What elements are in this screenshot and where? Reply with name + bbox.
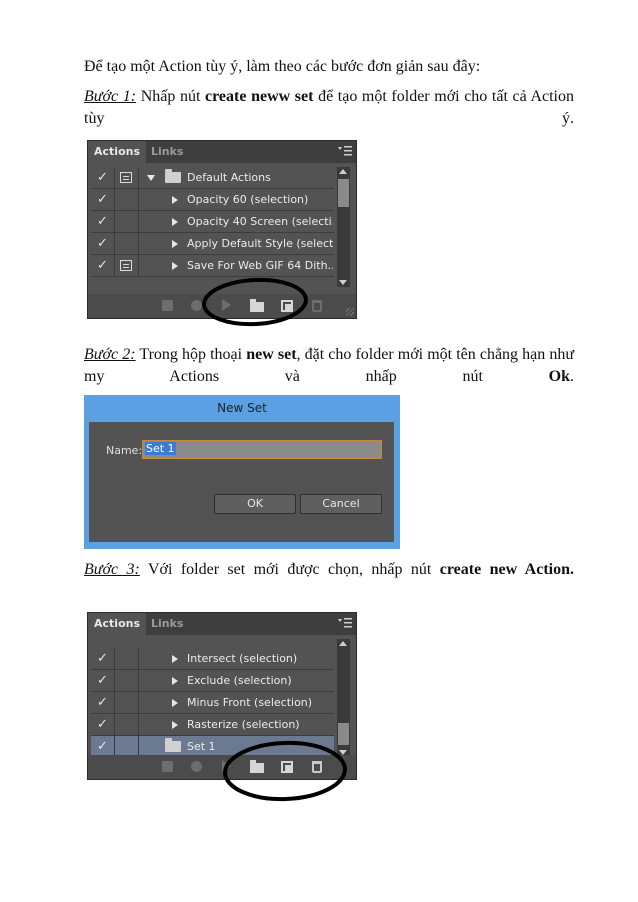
panel-menu-icon[interactable]: [337, 145, 353, 157]
step2-label: Bước 2:: [84, 346, 136, 363]
scrollbar[interactable]: [337, 639, 350, 757]
check-icon[interactable]: ✓: [97, 170, 108, 185]
expand-right-icon[interactable]: [172, 699, 178, 707]
new-set-dialog: New Set Name: Set 1 OK Cancel: [84, 395, 400, 549]
expand-right-icon[interactable]: [172, 196, 178, 204]
step2-text-a: Trong hộp thoại: [135, 346, 247, 363]
name-input[interactable]: Set 1: [142, 440, 382, 459]
action-label: Intersect (selection): [187, 652, 298, 665]
action-label: Rasterize (selection): [187, 718, 300, 731]
expand-down-icon[interactable]: [147, 175, 155, 181]
list-item[interactable]: ✓ Rasterize (selection): [91, 714, 334, 736]
intro-text: Để tạo một Action tùy ý, làm theo các bư…: [84, 58, 481, 75]
action-set-label: Default Actions: [187, 171, 271, 184]
expand-right-icon[interactable]: [172, 240, 178, 248]
stop-icon[interactable]: [162, 300, 173, 311]
action-label: Opacity 40 Screen (selecti...: [187, 215, 333, 228]
step2-bold1: new set: [246, 346, 297, 363]
panel-bottom-toolbar: [88, 755, 356, 779]
check-icon[interactable]: ✓: [97, 236, 108, 251]
new-set-folder-icon[interactable]: [250, 760, 264, 773]
actions-list: ✓ Intersect (selection) ✓ Exclude (selec…: [91, 648, 334, 758]
scroll-thumb[interactable]: [338, 179, 349, 207]
name-label: Name:: [106, 444, 143, 457]
play-icon[interactable]: [222, 760, 231, 772]
dialog-title: New Set: [217, 401, 267, 415]
expand-right-icon[interactable]: [172, 218, 178, 226]
check-icon[interactable]: ✓: [97, 214, 108, 229]
step2-text-c: .: [570, 368, 574, 385]
trash-icon[interactable]: [312, 300, 322, 312]
check-icon[interactable]: ✓: [97, 192, 108, 207]
folder-icon: [165, 738, 181, 752]
action-label: Opacity 60 (selection): [187, 193, 309, 206]
action-label: Minus Front (selection): [187, 696, 313, 709]
new-action-icon[interactable]: [281, 761, 293, 773]
new-set-folder-icon[interactable]: [250, 299, 264, 312]
scroll-down-icon[interactable]: [339, 280, 347, 285]
expand-right-icon[interactable]: [172, 655, 178, 663]
check-icon[interactable]: ✓: [97, 258, 108, 273]
list-item[interactable]: ✓ Default Actions: [91, 167, 334, 189]
step3-label: Bước 3:: [84, 561, 140, 578]
list-item[interactable]: ✓ Opacity 60 (selection): [91, 189, 334, 211]
trash-icon[interactable]: [312, 761, 322, 773]
panel-menu-icon[interactable]: [337, 617, 353, 629]
stop-icon[interactable]: [162, 761, 173, 772]
actions-list: ✓ Default Actions ✓ Opacity 60 (selectio…: [91, 167, 334, 277]
scroll-up-icon[interactable]: [339, 169, 347, 174]
check-icon[interactable]: ✓: [97, 673, 108, 688]
dialog-toggle-icon[interactable]: [120, 260, 132, 271]
resize-grip-icon[interactable]: [346, 308, 354, 316]
tab-links[interactable]: Links: [145, 141, 189, 163]
ok-button[interactable]: OK: [214, 494, 296, 514]
list-item[interactable]: ✓ Exclude (selection): [91, 670, 334, 692]
list-item[interactable]: ✓ Apply Default Style (select...: [91, 233, 334, 255]
tab-actions[interactable]: Actions: [88, 613, 146, 635]
step1-paragraph: Bước 1: Nhấp nút create neww set để tạo …: [84, 86, 574, 130]
record-icon[interactable]: [191, 761, 202, 772]
list-item[interactable]: ✓ Opacity 40 Screen (selecti...: [91, 211, 334, 233]
check-icon[interactable]: ✓: [97, 739, 108, 754]
new-action-icon[interactable]: [281, 300, 293, 312]
dialog-toggle-icon[interactable]: [120, 172, 132, 183]
step1-label: Bước 1:: [84, 88, 137, 105]
panel-bottom-toolbar: [88, 294, 356, 318]
dialog-body: Name: Set 1 OK Cancel: [89, 422, 394, 542]
record-icon[interactable]: [191, 300, 202, 311]
expand-right-icon[interactable]: [172, 721, 178, 729]
action-label: Save For Web GIF 64 Dith...: [187, 259, 333, 272]
check-icon[interactable]: ✓: [97, 717, 108, 732]
list-item[interactable]: ✓ Save For Web GIF 64 Dith...: [91, 255, 334, 277]
step2-bold2: Ok: [548, 368, 570, 385]
play-icon[interactable]: [222, 299, 231, 311]
panel-tabbar: Actions Links: [88, 141, 356, 163]
expand-right-icon[interactable]: [172, 677, 178, 685]
tab-links[interactable]: Links: [145, 613, 189, 635]
check-icon[interactable]: ✓: [97, 651, 108, 666]
scrollbar[interactable]: [337, 167, 350, 287]
folder-icon: [165, 169, 181, 183]
check-icon[interactable]: ✓: [97, 695, 108, 710]
action-set-label: Set 1: [187, 740, 216, 753]
step3-text-a: Với folder set mới được chọn, nhấp nút: [139, 561, 440, 578]
list-item[interactable]: ✓ Minus Front (selection): [91, 692, 334, 714]
step3-bold: create new Action.: [439, 561, 574, 578]
step1-bold: create neww set: [205, 88, 314, 105]
panel-tabbar: Actions Links: [88, 613, 356, 635]
name-input-value: Set 1: [145, 442, 176, 455]
list-item[interactable]: ✓ Intersect (selection): [91, 648, 334, 670]
actions-panel-2: Actions Links ✓ Intersect (selection) ✓ …: [87, 612, 357, 780]
scroll-up-icon[interactable]: [339, 641, 347, 646]
expand-right-icon[interactable]: [172, 262, 178, 270]
step3-paragraph: Bước 3: Với folder set mới được chọn, nh…: [84, 559, 574, 581]
step1-text-a: Nhấp nút: [136, 88, 206, 105]
action-label: Exclude (selection): [187, 674, 292, 687]
action-label: Apply Default Style (select...: [187, 237, 333, 250]
cancel-button[interactable]: Cancel: [300, 494, 382, 514]
tab-actions[interactable]: Actions: [88, 141, 146, 163]
scroll-thumb[interactable]: [338, 723, 349, 745]
actions-panel-1: Actions Links ✓ Default Actions ✓ Opacit…: [87, 140, 357, 319]
step2-paragraph: Bước 2: Trong hộp thoại new set, đặt cho…: [84, 344, 574, 388]
